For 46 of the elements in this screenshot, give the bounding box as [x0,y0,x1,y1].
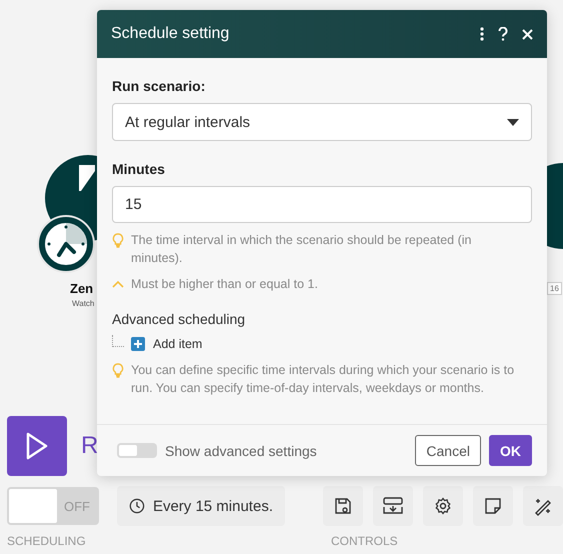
run-scenario-select[interactable]: At regular intervals [112,103,532,141]
close-icon [522,28,533,40]
module-badge: 16 [547,282,562,295]
more-button[interactable] [480,27,484,41]
validation-text: Must be higher than or equal to 1. [131,276,318,293]
field-label: Minutes [112,161,166,177]
schedule-button[interactable]: Every 15 minutes. [117,486,285,526]
cancel-button[interactable]: Cancel [415,435,481,466]
logo-icon [79,165,95,191]
lightbulb-icon [112,233,124,248]
plus-icon [131,337,145,351]
settings-button[interactable] [423,486,463,526]
hint-text: The time interval in which the scenario should be repeated (in minutes). [131,232,472,267]
note-icon [484,497,502,515]
magic-wand-button[interactable] [523,486,563,526]
dialog-title: Schedule setting [111,25,230,43]
hint-text: You can define specific time intervals during which your scenario is to run. You can specify time-of-day intervals, weekdays or months. [131,362,516,397]
layout-button[interactable] [373,486,413,526]
run-button[interactable] [7,416,67,476]
dropdown-caret-icon [507,118,519,126]
help-button[interactable] [498,27,508,41]
ok-button[interactable]: OK [489,435,532,466]
more-icon [480,27,484,41]
chevron-up-icon [112,280,124,288]
help-icon [498,27,508,41]
settings-icon [434,497,452,515]
advanced-settings-toggle[interactable] [117,443,157,458]
section-label: SCHEDULING [7,534,87,548]
module-subtitle: Watch [72,299,94,308]
field-label: Run scenario: [112,78,206,94]
note-button[interactable] [473,486,513,526]
clock-icon [129,497,145,515]
magic-wand-icon [533,496,553,516]
save-button[interactable] [323,486,363,526]
layout-icon [382,497,404,515]
close-button[interactable] [522,28,533,40]
save-icon [334,497,352,515]
minutes-input[interactable]: 15 [112,186,532,223]
section-title: Advanced scheduling [112,311,246,327]
module-title: Zen [70,281,94,296]
add-item-button[interactable]: Add item [131,337,202,351]
toggle-label: Show advanced settings [165,442,318,458]
section-label: CONTROLS [331,534,399,548]
play-icon [25,431,49,461]
run-label: R [81,432,98,460]
lightbulb-icon [112,363,124,378]
